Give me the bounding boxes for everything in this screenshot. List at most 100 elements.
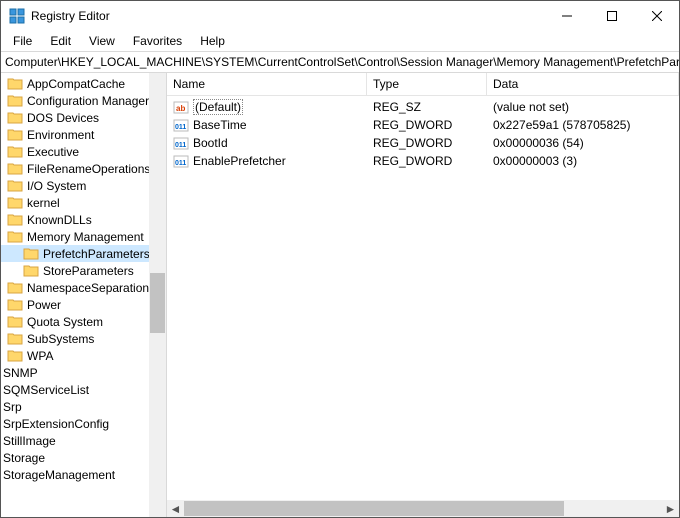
tree-item[interactable]: Environment [1, 126, 166, 143]
tree-item-label: Environment [27, 128, 94, 142]
scroll-right-icon[interactable]: ► [662, 500, 679, 517]
tree-item-label: I/O System [27, 179, 86, 193]
value-name: BaseTime [193, 118, 247, 132]
scrollbar-thumb[interactable] [150, 273, 165, 333]
dword-value-icon: 011 [173, 153, 189, 169]
tree-item[interactable]: StoreParameters [1, 262, 166, 279]
tree-item[interactable]: SNMP [1, 364, 166, 381]
value-data: 0x00000036 (54) [487, 136, 679, 150]
value-row[interactable]: 011EnablePrefetcherREG_DWORD0x00000003 (… [167, 152, 679, 170]
svg-text:011: 011 [175, 142, 186, 149]
tree-item-label: Executive [27, 145, 79, 159]
value-type: REG_DWORD [367, 118, 487, 132]
tree-item[interactable]: Srp [1, 398, 166, 415]
menu-edit[interactable]: Edit [42, 32, 79, 50]
svg-text:011: 011 [175, 124, 186, 131]
tree-item[interactable]: KnownDLLs [1, 211, 166, 228]
value-data: (value not set) [487, 100, 679, 114]
tree-item[interactable]: AppCompatCache [1, 75, 166, 92]
horizontal-scrollbar[interactable]: ◄ ► [167, 500, 679, 517]
value-data: 0x00000003 (3) [487, 154, 679, 168]
svg-text:011: 011 [175, 160, 186, 167]
tree-item-label: StillImage [3, 434, 56, 448]
tree-item-label: FileRenameOperations [27, 162, 150, 176]
tree-item[interactable]: PrefetchParameters [1, 245, 166, 262]
folder-icon [7, 128, 23, 141]
tree-item[interactable]: SubSystems [1, 330, 166, 347]
tree-item[interactable]: DOS Devices [1, 109, 166, 126]
tree-item[interactable]: Executive [1, 143, 166, 160]
address-bar[interactable]: Computer\HKEY_LOCAL_MACHINE\SYSTEM\Curre… [1, 51, 679, 73]
tree-view[interactable]: AppCompatCache Configuration Manager DOS D… [1, 73, 167, 517]
folder-icon [7, 179, 23, 192]
folder-icon [7, 213, 23, 226]
tree-item-label: Configuration Manager [27, 94, 149, 108]
tree-item-label: SNMP [3, 366, 38, 380]
menu-view[interactable]: View [81, 32, 123, 50]
folder-icon [7, 315, 23, 328]
maximize-button[interactable] [589, 1, 634, 31]
scroll-left-icon[interactable]: ◄ [167, 500, 184, 517]
tree-item[interactable]: SrpExtensionConfig [1, 415, 166, 432]
tree-item-label: Memory Management [27, 230, 144, 244]
tree-item-label: Quota System [27, 315, 103, 329]
folder-icon [7, 349, 23, 362]
tree-item[interactable]: Quota System [1, 313, 166, 330]
menu-favorites[interactable]: Favorites [125, 32, 190, 50]
window-title: Registry Editor [31, 9, 110, 23]
tree-item-label: Srp [3, 400, 22, 414]
hscroll-thumb[interactable] [184, 501, 564, 516]
tree-item[interactable]: NamespaceSeparation [1, 279, 166, 296]
tree-item[interactable]: StorageManagement [1, 466, 166, 483]
menu-help[interactable]: Help [192, 32, 233, 50]
folder-icon [7, 162, 23, 175]
tree-item-label: SubSystems [27, 332, 94, 346]
tree-item[interactable]: kernel [1, 194, 166, 211]
value-name: EnablePrefetcher [193, 154, 286, 168]
value-data: 0x227e59a1 (578705825) [487, 118, 679, 132]
svg-text:ab: ab [176, 104, 185, 113]
tree-item[interactable]: WPA [1, 347, 166, 364]
dword-value-icon: 011 [173, 117, 189, 133]
tree-item-label: StoreParameters [43, 264, 134, 278]
tree-item[interactable]: SQMServiceList [1, 381, 166, 398]
menu-file[interactable]: File [5, 32, 40, 50]
folder-icon [7, 94, 23, 107]
titlebar: Registry Editor [1, 1, 679, 31]
minimize-button[interactable] [544, 1, 589, 31]
tree-item[interactable]: FileRenameOperations [1, 160, 166, 177]
values-list[interactable]: ab(Default)REG_SZ(value not set) 011 BaseT… [167, 96, 679, 500]
tree-item-label: SQMServiceList [3, 383, 89, 397]
tree-item[interactable]: StillImage [1, 432, 166, 449]
folder-icon [7, 196, 23, 209]
folder-icon [7, 298, 23, 311]
folder-icon [7, 111, 23, 124]
address-text: Computer\HKEY_LOCAL_MACHINE\SYSTEM\Curre… [5, 55, 679, 69]
tree-item[interactable]: Memory Management [1, 228, 166, 245]
tree-item-label: SrpExtensionConfig [3, 417, 109, 431]
tree-item[interactable]: I/O System [1, 177, 166, 194]
tree-item[interactable]: Storage [1, 449, 166, 466]
column-type[interactable]: Type [367, 73, 487, 95]
value-name: BootId [193, 136, 228, 150]
dword-value-icon: 011 [173, 135, 189, 151]
folder-icon [7, 145, 23, 158]
value-row[interactable]: 011BootIdREG_DWORD0x00000036 (54) [167, 134, 679, 152]
value-type: REG_SZ [367, 100, 487, 114]
column-name[interactable]: Name [167, 73, 367, 95]
tree-item-label: StorageManagement [3, 468, 115, 482]
value-row[interactable]: 011 BaseTime REG_DWORD0x227e59a1 (57870582… [167, 116, 679, 134]
value-row[interactable]: ab(Default)REG_SZ(value not set) [167, 98, 679, 116]
tree-item-label: DOS Devices [27, 111, 99, 125]
folder-icon [23, 247, 39, 260]
tree-item[interactable]: Power [1, 296, 166, 313]
tree-item[interactable]: Configuration Manager [1, 92, 166, 109]
folder-icon [7, 77, 23, 90]
column-data[interactable]: Data [487, 73, 679, 95]
tree-item-label: kernel [27, 196, 60, 210]
tree-item-label: Power [27, 298, 61, 312]
folder-icon [7, 230, 23, 243]
close-button[interactable] [634, 1, 679, 31]
tree-item-label: KnownDLLs [27, 213, 92, 227]
tree-scrollbar[interactable] [149, 73, 166, 517]
